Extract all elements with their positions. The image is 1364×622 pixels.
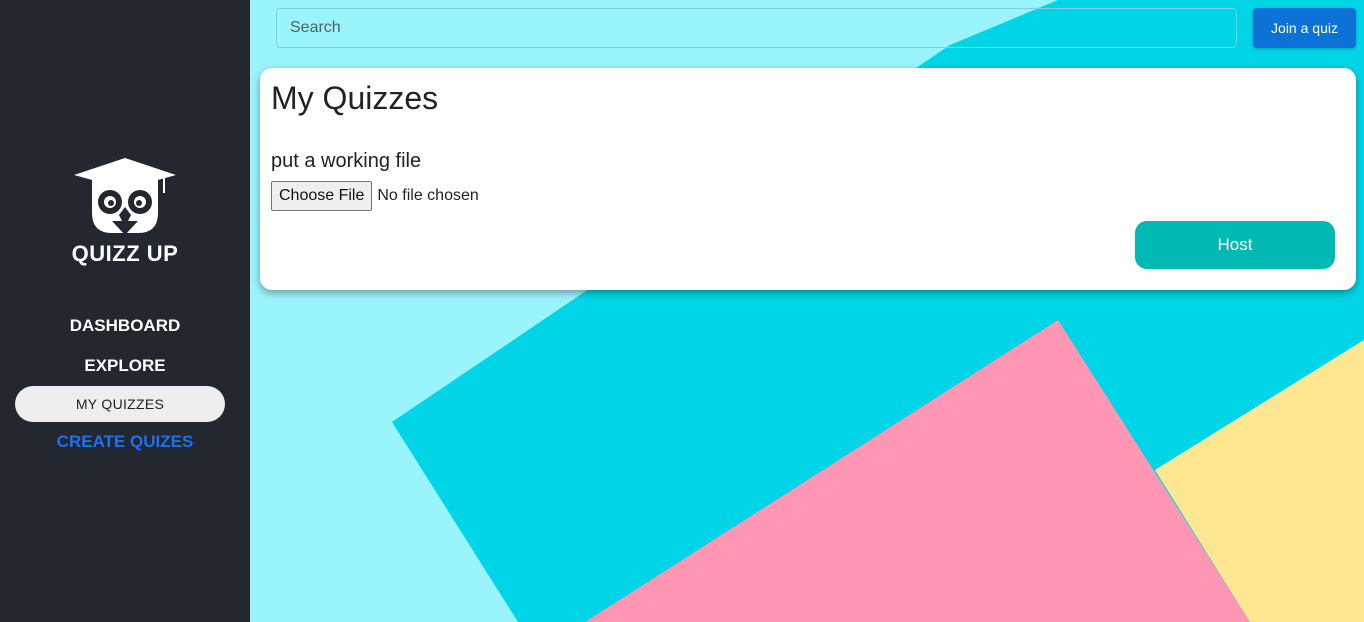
sidebar: QUIZZ UP DASHBOARD EXPLORE MY QUIZZES CR… (0, 0, 250, 622)
brand-name: QUIZZ UP (71, 241, 179, 266)
choose-file-button[interactable]: Choose File (271, 181, 373, 211)
sidebar-item-create-quizes[interactable]: CREATE QUIZES (0, 432, 250, 452)
file-upload: Choose File No file chosen (271, 181, 479, 211)
brand-logo[interactable]: QUIZZ UP (0, 155, 250, 267)
sidebar-item-my-quizzes[interactable]: MY QUIZZES (15, 386, 225, 422)
owl-graduation-cap-icon (74, 158, 176, 235)
file-upload-label: put a working file (271, 150, 422, 172)
page-title: My Quizzes (271, 80, 439, 116)
sidebar-item-dashboard[interactable]: DASHBOARD (0, 316, 250, 336)
file-status-text: No file chosen (377, 187, 479, 204)
search-input[interactable] (276, 8, 1237, 48)
sidebar-item-explore[interactable]: EXPLORE (0, 356, 250, 376)
join-quiz-button[interactable]: Join a quiz (1253, 8, 1356, 48)
host-button[interactable]: Host (1135, 221, 1335, 269)
my-quizzes-card: My Quizzes put a working file Choose Fil… (260, 68, 1356, 290)
